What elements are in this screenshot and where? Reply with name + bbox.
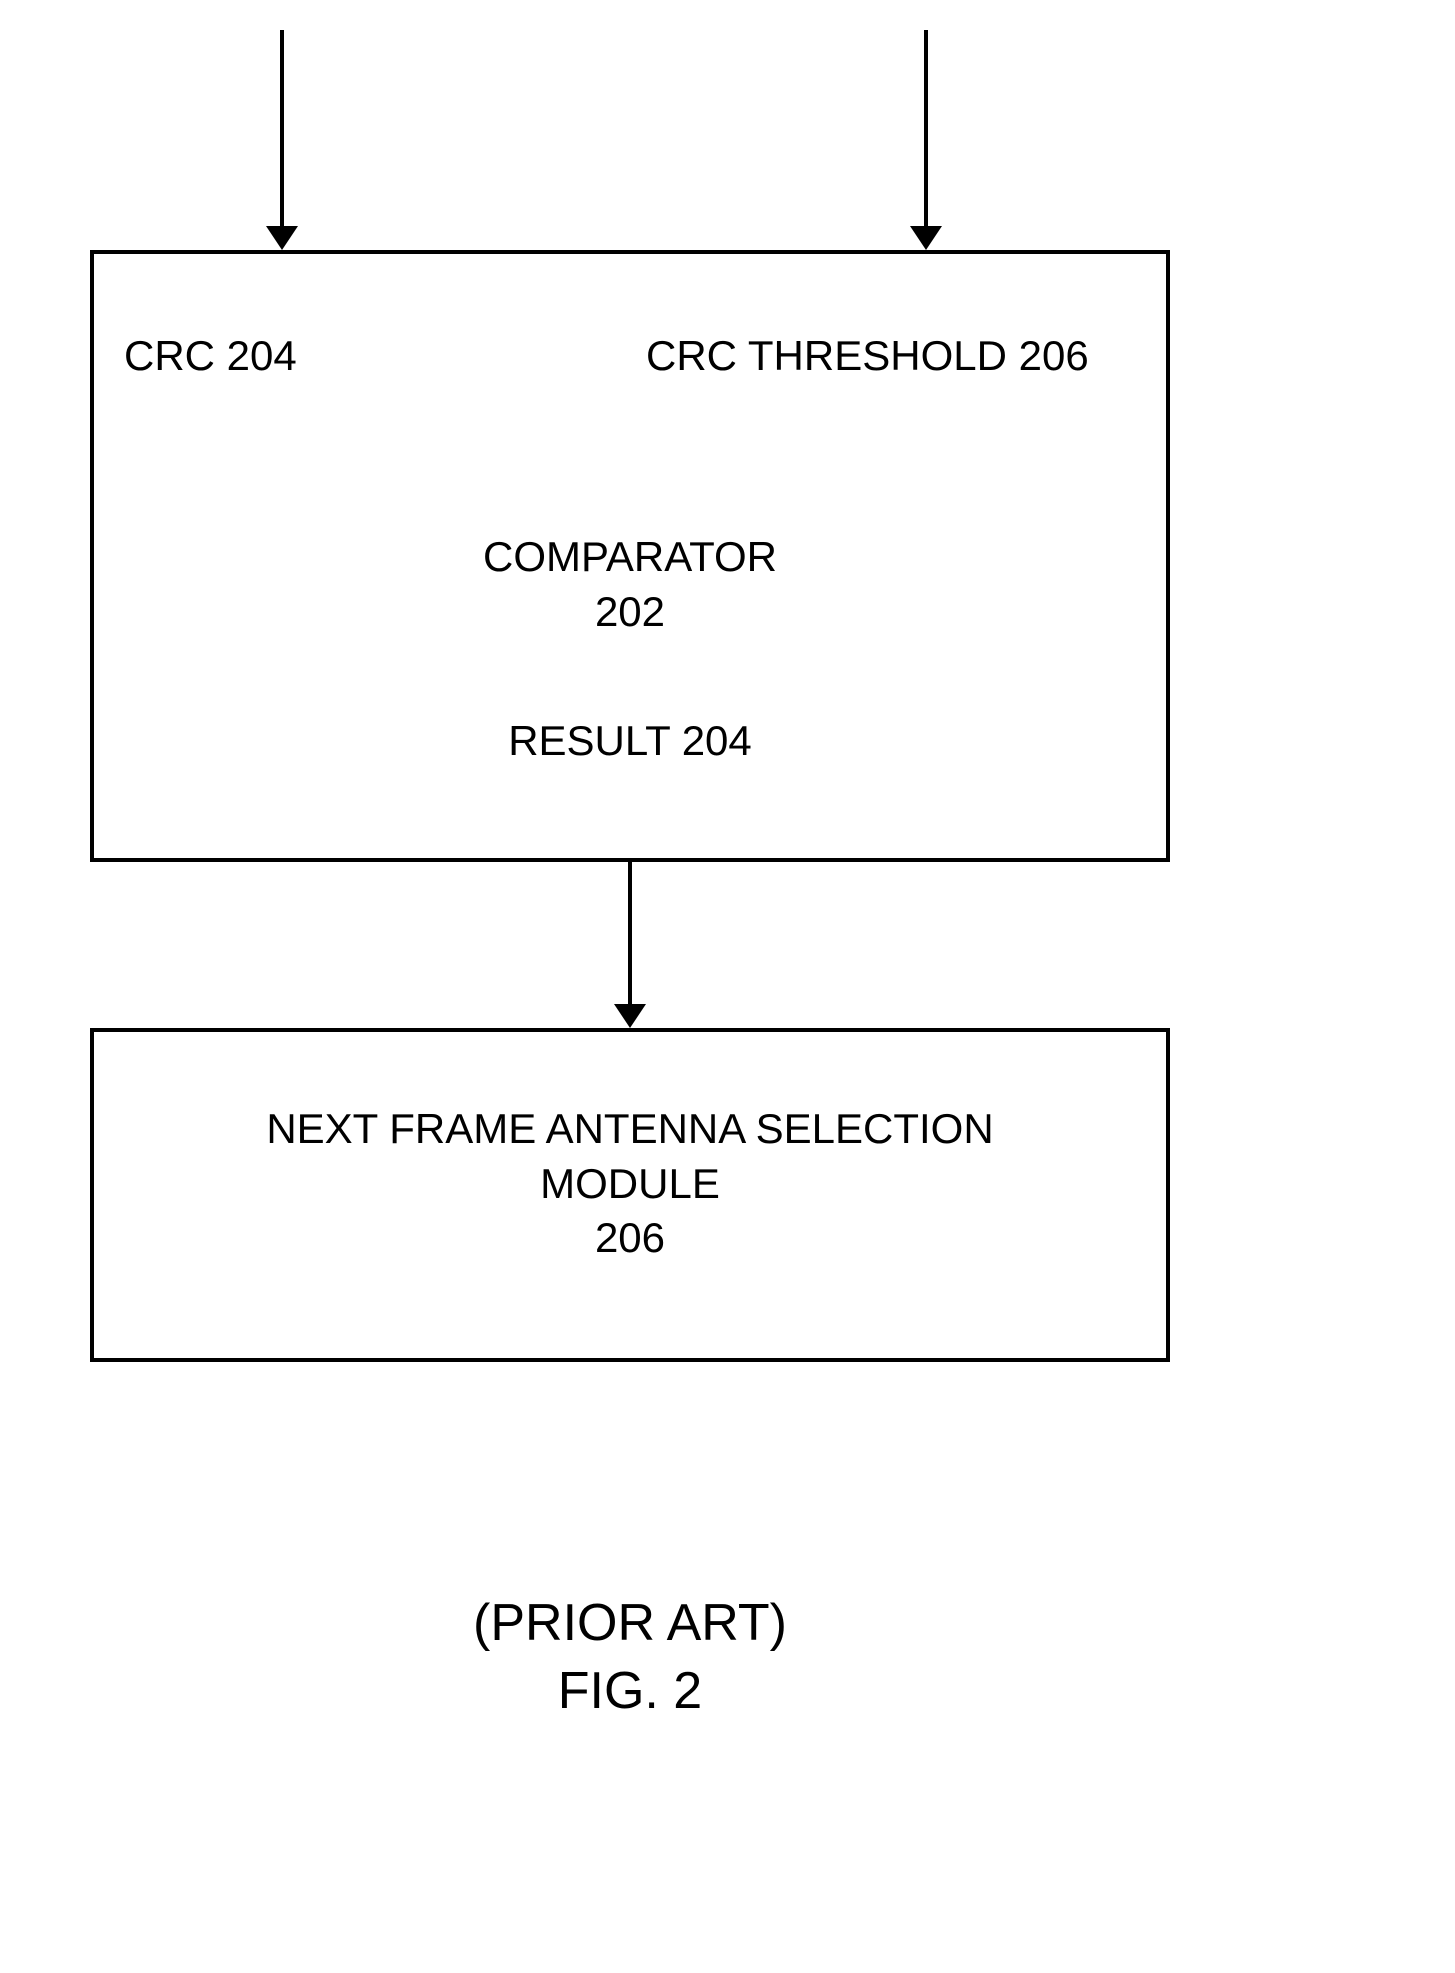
arrow-threshold-input: [924, 30, 928, 228]
figure-caption: (PRIOR ART) FIG. 2: [0, 1590, 1260, 1725]
selection-line1: NEXT FRAME ANTENNA SELECTION: [266, 1105, 993, 1152]
selection-module-text: NEXT FRAME ANTENNA SELECTION MODULE 206: [94, 1102, 1166, 1266]
selection-line2: MODULE: [540, 1160, 720, 1207]
crc-threshold-label: CRC THRESHOLD 206: [646, 332, 1089, 380]
comparator-box: CRC 204 CRC THRESHOLD 206 COMPARATOR 202…: [90, 250, 1170, 862]
selection-line3: 206: [595, 1214, 665, 1261]
comparator-title-line2: 202: [595, 588, 665, 635]
caption-prior-art: (PRIOR ART): [473, 1594, 787, 1652]
comparator-title-line1: COMPARATOR: [483, 533, 777, 580]
comparator-title: COMPARATOR 202: [94, 530, 1166, 639]
arrow-crc-input: [280, 30, 284, 228]
crc-input-label: CRC 204: [124, 332, 297, 380]
result-label: RESULT 204: [94, 714, 1166, 769]
selection-module-box: NEXT FRAME ANTENNA SELECTION MODULE 206: [90, 1028, 1170, 1362]
arrow-result-output: [628, 862, 632, 1006]
caption-fig-number: FIG. 2: [558, 1662, 702, 1720]
